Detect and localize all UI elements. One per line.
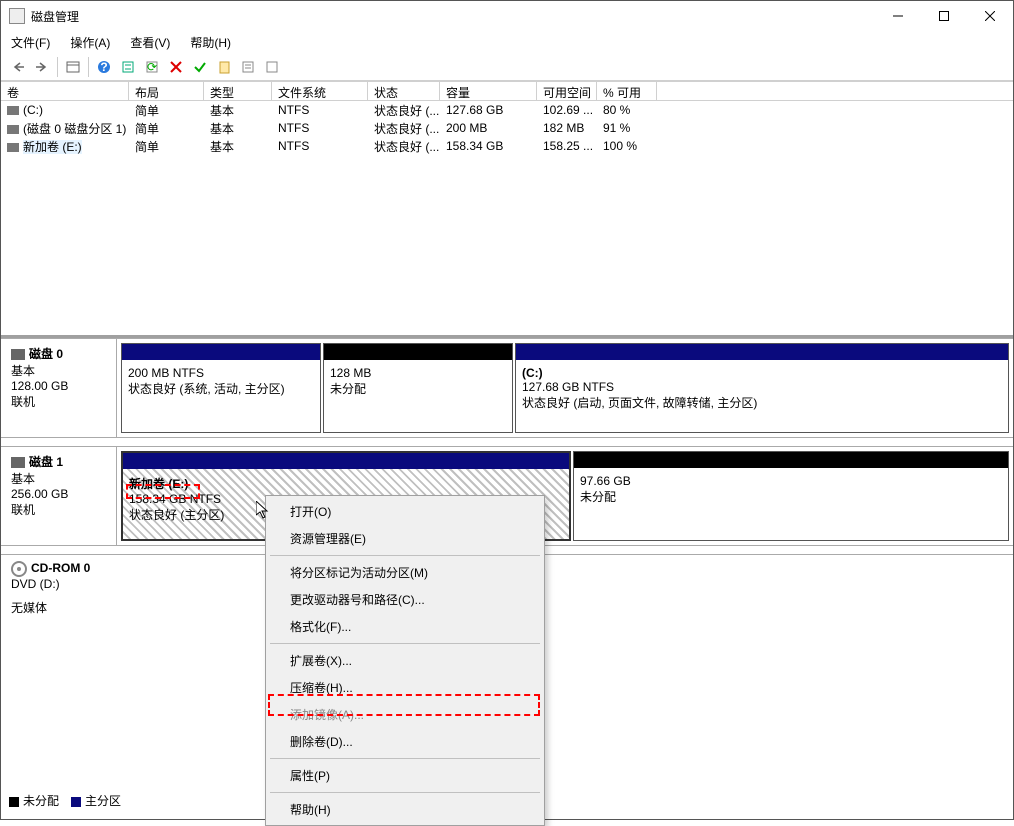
back-button[interactable]: [7, 56, 29, 78]
refresh-button[interactable]: ⟳: [141, 56, 163, 78]
maximize-button[interactable]: [921, 1, 967, 31]
settings-button[interactable]: [117, 56, 139, 78]
titlebar: 磁盘管理: [1, 1, 1013, 31]
properties-button[interactable]: [237, 56, 259, 78]
volume-row[interactable]: (磁盘 0 磁盘分区 1) 简单 基本 NTFS 状态良好 (... 200 M…: [1, 119, 1013, 137]
app-icon: [9, 8, 25, 24]
col-type[interactable]: 类型: [204, 82, 272, 100]
legend-swatch-unalloc: [9, 797, 19, 807]
volume-icon: [7, 125, 19, 134]
volume-icon: [7, 143, 19, 152]
cdrom-icon: [11, 561, 27, 577]
menu-extend[interactable]: 扩展卷(X)...: [266, 647, 544, 674]
cdrom-info[interactable]: CD-ROM 0 DVD (D:) 无媒体: [1, 555, 117, 622]
col-pct[interactable]: % 可用: [597, 82, 657, 100]
disk-row-0: 磁盘 0 基本 128.00 GB 联机 200 MB NTFS 状态良好 (系…: [1, 338, 1013, 438]
new-button[interactable]: [213, 56, 235, 78]
menu-delete-volume[interactable]: 删除卷(D)...: [266, 728, 544, 755]
disk-info[interactable]: 磁盘 1 基本 256.00 GB 联机: [1, 447, 117, 545]
cursor-icon: [256, 501, 272, 521]
col-volume[interactable]: 卷: [1, 82, 129, 100]
partition[interactable]: (C:) 127.68 GB NTFS 状态良好 (启动, 页面文件, 故障转储…: [515, 343, 1009, 433]
menubar: 文件(F) 操作(A) 查看(V) 帮助(H): [1, 31, 1013, 53]
menu-help[interactable]: 帮助(H): [186, 32, 235, 53]
volume-icon: [7, 106, 19, 115]
col-layout[interactable]: 布局: [129, 82, 204, 100]
col-capacity[interactable]: 容量: [440, 82, 537, 100]
volume-list-header: 卷 布局 类型 文件系统 状态 容量 可用空间 % 可用: [1, 81, 1013, 101]
menu-add-mirror: 添加镜像(A)...: [266, 701, 544, 728]
col-fs[interactable]: 文件系统: [272, 82, 368, 100]
partition-unallocated[interactable]: 97.66 GB 未分配: [573, 451, 1009, 541]
window-title: 磁盘管理: [31, 8, 875, 25]
disk-info[interactable]: 磁盘 0 基本 128.00 GB 联机: [1, 339, 117, 437]
toolbar: ? ⟳: [1, 53, 1013, 81]
menu-help[interactable]: 帮助(H): [266, 796, 544, 823]
menu-file[interactable]: 文件(F): [7, 32, 54, 53]
menu-format[interactable]: 格式化(F)...: [266, 613, 544, 640]
context-menu: 打开(O) 资源管理器(E) 将分区标记为活动分区(M) 更改驱动器号和路径(C…: [265, 495, 545, 826]
disk-icon: [11, 457, 25, 468]
legend-swatch-primary: [71, 797, 81, 807]
close-button[interactable]: [967, 1, 1013, 31]
help-button[interactable]: ?: [93, 56, 115, 78]
volume-row[interactable]: 新加卷 (E:) 简单 基本 NTFS 状态良好 (... 158.34 GB …: [1, 137, 1013, 155]
menu-shrink[interactable]: 压缩卷(H)...: [266, 674, 544, 701]
minimize-button[interactable]: [875, 1, 921, 31]
menu-action[interactable]: 操作(A): [66, 32, 114, 53]
col-free[interactable]: 可用空间: [537, 82, 597, 100]
disk-icon: [11, 349, 25, 360]
col-status[interactable]: 状态: [368, 82, 440, 100]
check-button[interactable]: [189, 56, 211, 78]
menu-properties[interactable]: 属性(P): [266, 762, 544, 789]
show-hide-button[interactable]: [62, 56, 84, 78]
forward-button[interactable]: [31, 56, 53, 78]
menu-view[interactable]: 查看(V): [126, 32, 174, 53]
svg-text:?: ?: [100, 60, 107, 74]
list-button[interactable]: [261, 56, 283, 78]
menu-open[interactable]: 打开(O): [266, 498, 544, 525]
partition-unallocated[interactable]: 128 MB 未分配: [323, 343, 513, 433]
menu-change-letter[interactable]: 更改驱动器号和路径(C)...: [266, 586, 544, 613]
legend: 未分配 主分区: [9, 792, 121, 809]
menu-explorer[interactable]: 资源管理器(E): [266, 525, 544, 552]
delete-button[interactable]: [165, 56, 187, 78]
menu-mark-active[interactable]: 将分区标记为活动分区(M): [266, 559, 544, 586]
volume-row[interactable]: (C:) 简单 基本 NTFS 状态良好 (... 127.68 GB 102.…: [1, 101, 1013, 119]
partition[interactable]: 200 MB NTFS 状态良好 (系统, 活动, 主分区): [121, 343, 321, 433]
svg-text:⟳: ⟳: [147, 60, 157, 74]
volume-list: (C:) 简单 基本 NTFS 状态良好 (... 127.68 GB 102.…: [1, 101, 1013, 335]
